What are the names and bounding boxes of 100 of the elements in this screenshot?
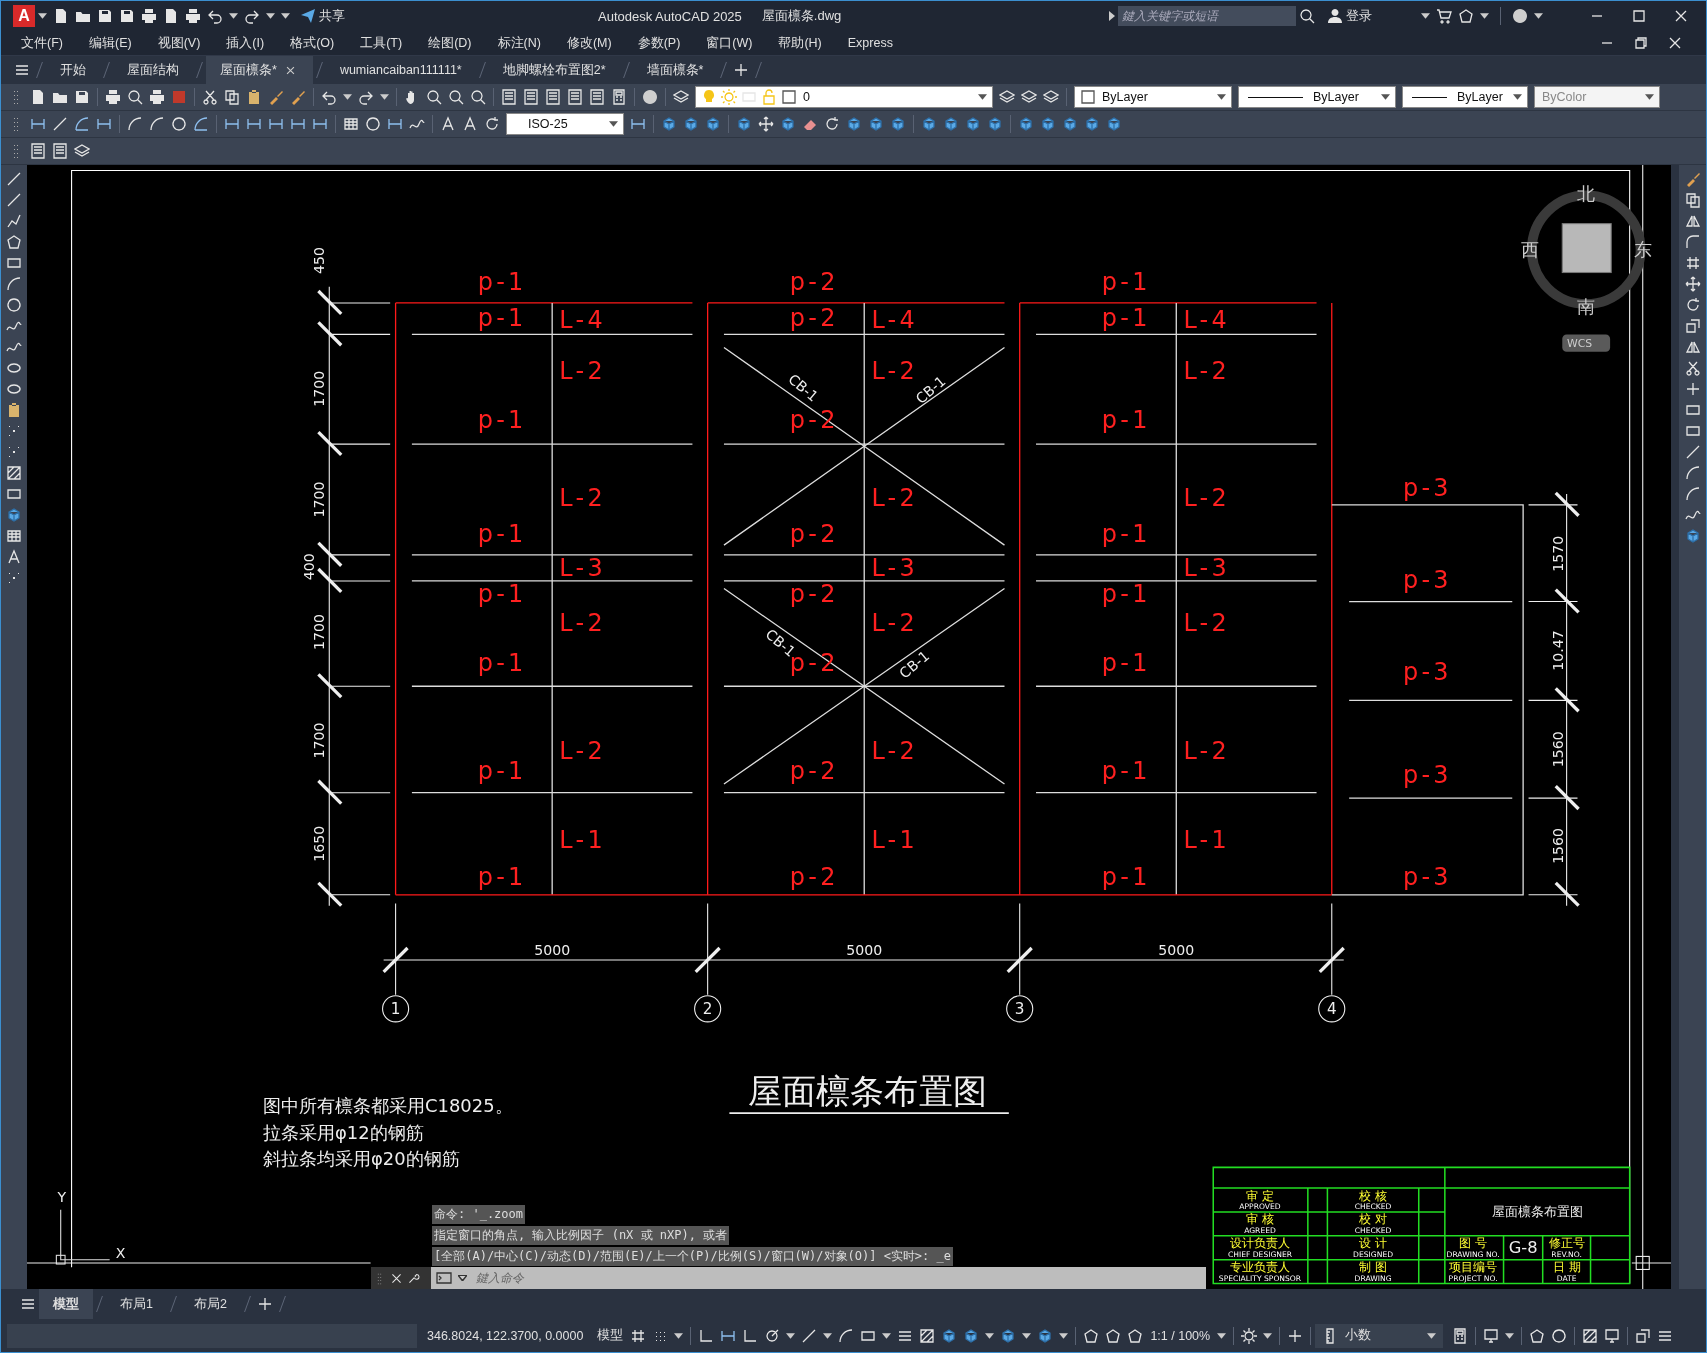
- menu-icon[interactable]: [14, 62, 30, 78]
- close-icon[interactable]: [1667, 35, 1683, 51]
- gear-icon[interactable]: [1241, 1327, 1258, 1344]
- property-dropdown[interactable]: ByLayer: [1402, 86, 1528, 108]
- app-logo[interactable]: A: [13, 5, 35, 27]
- clipboard-icon[interactable]: [246, 89, 262, 105]
- cube-icon[interactable]: [921, 116, 937, 132]
- polygon-icon[interactable]: [1529, 1327, 1546, 1344]
- compass-label[interactable]: 南: [1577, 295, 1596, 317]
- document-tab[interactable]: 屋面檩条*: [206, 56, 313, 84]
- line-icon[interactable]: [801, 1327, 818, 1344]
- polyline-icon[interactable]: [6, 213, 22, 229]
- cube-icon[interactable]: [683, 116, 699, 132]
- hatch-icon[interactable]: [6, 465, 22, 481]
- line-icon[interactable]: [52, 116, 68, 132]
- cube-icon[interactable]: [846, 116, 862, 132]
- menu-item[interactable]: Express: [847, 36, 893, 50]
- brush-icon[interactable]: [268, 89, 284, 105]
- property-dropdown[interactable]: ByLayer: [1238, 86, 1396, 108]
- document-tab[interactable]: 开始: [46, 56, 100, 84]
- cube-icon[interactable]: [1106, 116, 1122, 132]
- redo-icon[interactable]: [244, 8, 260, 24]
- cube-icon[interactable]: [1040, 116, 1056, 132]
- caret-icon[interactable]: [823, 1332, 833, 1339]
- point-icon[interactable]: [6, 570, 22, 586]
- cube-icon[interactable]: [705, 116, 721, 132]
- hatch-icon[interactable]: [1582, 1327, 1599, 1344]
- close-icon[interactable]: [1673, 8, 1689, 24]
- layers-icon[interactable]: [673, 89, 689, 105]
- scissors-icon[interactable]: [1684, 360, 1701, 376]
- cube-icon[interactable]: [1684, 528, 1701, 544]
- caret-icon[interactable]: [1505, 1332, 1515, 1339]
- table-icon[interactable]: [343, 116, 359, 132]
- search-icon[interactable]: [1299, 8, 1315, 24]
- ortho-icon[interactable]: [698, 1327, 715, 1344]
- cube-icon[interactable]: [943, 116, 959, 132]
- arcdim-icon[interactable]: [74, 116, 90, 132]
- caret-icon[interactable]: [882, 1332, 892, 1339]
- document-tab[interactable]: wumiancaiban111111*: [325, 56, 476, 84]
- menu-icon[interactable]: [20, 1296, 36, 1312]
- zoom-icon[interactable]: [426, 89, 442, 105]
- move-icon[interactable]: [1684, 276, 1701, 292]
- brush-icon[interactable]: [290, 89, 306, 105]
- ortho-icon[interactable]: [742, 1327, 759, 1344]
- menu-item[interactable]: 视图(V): [157, 34, 201, 52]
- menu-item[interactable]: 文件(F): [21, 34, 63, 52]
- compass-label[interactable]: 西: [1520, 239, 1539, 261]
- rectangle-icon[interactable]: [1684, 423, 1701, 439]
- panel-icon[interactable]: [589, 89, 605, 105]
- cube-icon[interactable]: [6, 507, 22, 523]
- point-icon[interactable]: [6, 423, 22, 439]
- annotation-scale-button[interactable]: 1:1 / 100%: [1146, 1328, 1215, 1343]
- layout-tab[interactable]: 模型: [39, 1289, 93, 1319]
- polygon-icon[interactable]: [1458, 8, 1474, 24]
- polar-icon[interactable]: [764, 1327, 781, 1344]
- save-icon[interactable]: [97, 8, 113, 24]
- menu-item[interactable]: 参数(P): [637, 34, 681, 52]
- dim-icon[interactable]: [630, 116, 646, 132]
- caret-icon[interactable]: [1217, 1332, 1227, 1339]
- cube-icon[interactable]: [736, 116, 752, 132]
- clipboard-icon[interactable]: [6, 402, 22, 418]
- cube-icon[interactable]: [987, 116, 1003, 132]
- menu-item[interactable]: 修改(M): [566, 34, 612, 52]
- document-tab[interactable]: 地脚螺栓布置图2*: [488, 56, 620, 84]
- plus-icon[interactable]: [1287, 1327, 1304, 1344]
- send-icon[interactable]: [300, 8, 316, 24]
- text-icon[interactable]: [462, 116, 478, 132]
- dim-icon[interactable]: [246, 116, 262, 132]
- panel-icon[interactable]: [30, 143, 46, 159]
- cube-icon[interactable]: [1000, 1327, 1017, 1344]
- layers-icon[interactable]: [74, 143, 90, 159]
- document-tab[interactable]: 屋面结构: [113, 56, 193, 84]
- cube-icon[interactable]: [941, 1327, 958, 1344]
- cube-icon[interactable]: [890, 116, 906, 132]
- doc-icon[interactable]: [30, 89, 46, 105]
- text-icon[interactable]: [440, 116, 456, 132]
- rectangle-icon[interactable]: [6, 255, 22, 271]
- grid-icon[interactable]: [630, 1327, 647, 1344]
- undo-icon[interactable]: [321, 89, 337, 105]
- menu-item[interactable]: 绘图(D): [428, 34, 472, 52]
- cube-icon[interactable]: [963, 1327, 980, 1344]
- cube-icon[interactable]: [780, 116, 796, 132]
- panel-icon[interactable]: [567, 89, 583, 105]
- caret-icon[interactable]: [343, 94, 352, 100]
- dim-icon[interactable]: [96, 116, 112, 132]
- units-dropdown[interactable]: 小数: [1315, 1323, 1444, 1348]
- user-icon[interactable]: [1327, 8, 1343, 24]
- caret-icon[interactable]: [1480, 13, 1489, 19]
- caret-icon[interactable]: [1022, 1332, 1032, 1339]
- undo-icon[interactable]: [207, 8, 223, 24]
- cube-icon[interactable]: [661, 116, 677, 132]
- copy-icon[interactable]: [224, 89, 240, 105]
- menu-item[interactable]: 帮助(H): [778, 34, 822, 52]
- viewcube-face[interactable]: [1561, 223, 1612, 274]
- compass-label[interactable]: 北: [1577, 182, 1596, 204]
- mirror-icon[interactable]: [1684, 339, 1701, 355]
- caret-icon[interactable]: [1059, 1332, 1069, 1339]
- arc-icon[interactable]: [838, 1327, 855, 1344]
- panel-icon[interactable]: [52, 143, 68, 159]
- line-icon[interactable]: [6, 192, 22, 208]
